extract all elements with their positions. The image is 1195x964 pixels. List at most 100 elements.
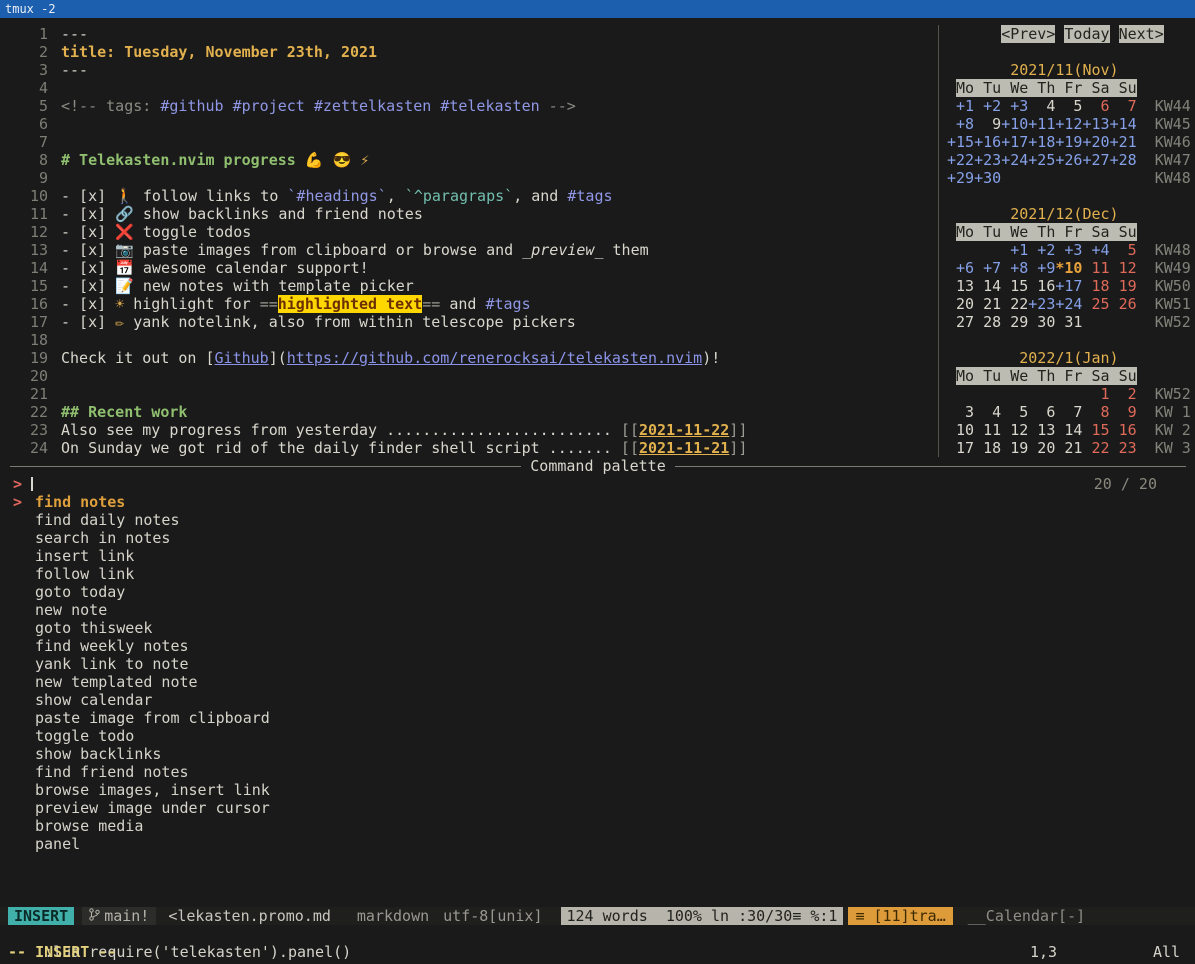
palette-item[interactable]: goto today: [35, 583, 270, 601]
tag-link[interactable]: `#headings`: [287, 187, 386, 205]
github-link[interactable]: Github: [215, 349, 269, 367]
calendar-day[interactable]: 12: [1001, 421, 1028, 439]
calendar-day-linked[interactable]: +30: [974, 169, 1001, 187]
tag-link[interactable]: #telekasten: [440, 97, 539, 115]
calendar-day[interactable]: 27: [947, 313, 974, 331]
palette-item[interactable]: browse media: [35, 817, 270, 835]
tag-link[interactable]: #project: [233, 97, 305, 115]
calendar-day-weekend[interactable]: 11: [1082, 259, 1109, 277]
calendar-day-linked[interactable]: +25: [1028, 151, 1055, 169]
filename-segment[interactable]: <lekasten.promo.md: [168, 907, 331, 925]
editor-line[interactable]: 20: [0, 367, 938, 385]
editor-line[interactable]: 14- [x] 📅 awesome calendar support!: [0, 259, 938, 277]
palette-item[interactable]: find weekly notes: [35, 637, 270, 655]
tag-link[interactable]: #github: [160, 97, 223, 115]
palette-selected-item[interactable]: > find notes: [0, 493, 1195, 511]
editor-pane[interactable]: 1---2title: Tuesday, November 23th, 2021…: [0, 18, 938, 457]
editor-line[interactable]: 9: [0, 169, 938, 187]
calendar-day[interactable]: 5: [1001, 403, 1028, 421]
calendar-day[interactable]: 9: [974, 115, 1001, 133]
tag-link[interactable]: #tags: [485, 295, 530, 313]
calendar-day[interactable]: 16: [1028, 277, 1055, 295]
calendar-day-linked[interactable]: +18: [1028, 133, 1055, 151]
calendar-day[interactable]: 3: [947, 403, 974, 421]
calendar-day[interactable]: 31: [1055, 313, 1082, 331]
calendar-day-linked[interactable]: +1: [1001, 241, 1028, 259]
palette-item[interactable]: show backlinks: [35, 745, 270, 763]
github-url[interactable]: https://github.com/renerocksai/telekaste…: [287, 349, 702, 367]
calendar-day-linked[interactable]: +6: [947, 259, 974, 277]
calendar-day-weekend[interactable]: 25: [1082, 295, 1109, 313]
calendar-day[interactable]: 29: [1001, 313, 1028, 331]
editor-line[interactable]: 11- [x] 🔗 show backlinks and friend note…: [0, 205, 938, 223]
palette-item[interactable]: new templated note: [35, 673, 270, 691]
editor-line[interactable]: 12- [x] ❌ toggle todos: [0, 223, 938, 241]
tag-link[interactable]: #tags: [567, 187, 612, 205]
calendar-day-linked[interactable]: +17: [1001, 133, 1028, 151]
editor-line[interactable]: 17- [x] ✏ yank notelink, also from withi…: [0, 313, 938, 331]
git-branch-segment[interactable]: main!: [82, 907, 156, 925]
palette-item[interactable]: insert link: [35, 547, 270, 565]
tag-link[interactable]: #zettelkasten: [314, 97, 431, 115]
editor-line[interactable]: 8# Telekasten.nvim progress 💪 😎 ⚡: [0, 151, 938, 169]
calendar-day[interactable]: 17: [947, 439, 974, 457]
calendar-day-weekend[interactable]: 19: [1110, 277, 1137, 295]
calendar-day[interactable]: 19: [1001, 439, 1028, 457]
calendar-day-linked[interactable]: +10: [1001, 115, 1028, 133]
calendar-day-linked[interactable]: +1: [947, 97, 974, 115]
editor-line[interactable]: 3---: [0, 61, 938, 79]
calendar-day-linked[interactable]: +8: [1001, 259, 1028, 277]
calendar-day-weekend[interactable]: 7: [1110, 97, 1137, 115]
calendar-day-linked[interactable]: +16: [974, 133, 1001, 151]
calendar-day[interactable]: 13: [947, 277, 974, 295]
calendar-day-linked[interactable]: +27: [1082, 151, 1109, 169]
palette-item[interactable]: goto thisweek: [35, 619, 270, 637]
calendar-nav-button[interactable]: Next>: [1119, 25, 1164, 43]
editor-line[interactable]: 22## Recent work: [0, 403, 938, 421]
calendar-day-weekend[interactable]: 18: [1082, 277, 1109, 295]
calendar-day-linked[interactable]: +20: [1082, 133, 1109, 151]
editor-line[interactable]: 7: [0, 133, 938, 151]
calendar-day-linked[interactable]: +4: [1082, 241, 1109, 259]
editor-line[interactable]: 18: [0, 331, 938, 349]
calendar-day-linked[interactable]: +29: [947, 169, 974, 187]
editor-line[interactable]: 10- [x] 🚶 follow links to `#headings`, `…: [0, 187, 938, 205]
editor-line[interactable]: 23Also see my progress from yesterday ..…: [0, 421, 938, 439]
calendar-day-linked[interactable]: +3: [1001, 97, 1028, 115]
calendar-day-weekend[interactable]: 26: [1110, 295, 1137, 313]
calendar-day[interactable]: 11: [974, 421, 1001, 439]
calendar-day-linked[interactable]: +19: [1055, 133, 1082, 151]
date-link[interactable]: 2021-11-22: [639, 421, 729, 439]
palette-item[interactable]: browse images, insert link: [35, 781, 270, 799]
calendar-pane[interactable]: <Prev> Today Next> 2021/11(Nov) Mo Tu We…: [947, 18, 1195, 457]
calendar-day-linked[interactable]: +24: [1055, 295, 1082, 313]
calendar-day[interactable]: 21: [1055, 439, 1082, 457]
calendar-day-weekend[interactable]: 15: [1082, 421, 1109, 439]
calendar-day[interactable]: 10: [947, 421, 974, 439]
calendar-day-linked[interactable]: +21: [1110, 133, 1137, 151]
calendar-day-linked[interactable]: +11: [1028, 115, 1055, 133]
palette-item[interactable]: paste image from clipboard: [35, 709, 270, 727]
editor-line[interactable]: 4: [0, 79, 938, 97]
calendar-day-weekend[interactable]: 1: [1082, 385, 1109, 403]
calendar-day-linked[interactable]: +28: [1110, 151, 1137, 169]
calendar-day[interactable]: 28: [974, 313, 1001, 331]
calendar-day-weekend[interactable]: 22: [1082, 439, 1109, 457]
calendar-day[interactable]: 7: [1055, 403, 1082, 421]
palette-item[interactable]: find friend notes: [35, 763, 270, 781]
palette-item[interactable]: yank link to note: [35, 655, 270, 673]
calendar-day-linked[interactable]: +14: [1110, 115, 1137, 133]
calendar-day-linked[interactable]: +24: [1001, 151, 1028, 169]
calendar-day[interactable]: 20: [947, 295, 974, 313]
calendar-day[interactable]: 5: [1055, 97, 1082, 115]
calendar-day[interactable]: 22: [1001, 295, 1028, 313]
calendar-day-linked[interactable]: +22: [947, 151, 974, 169]
calendar-day-linked[interactable]: +9: [1028, 259, 1055, 277]
palette-item[interactable]: show calendar: [35, 691, 270, 709]
calendar-day-linked[interactable]: +8: [947, 115, 974, 133]
calendar-day[interactable]: 14: [974, 277, 1001, 295]
command-line[interactable]: :lua require('telekasten').panel(): [0, 925, 1195, 943]
calendar-day-weekend[interactable]: 5: [1110, 241, 1137, 259]
calendar-day-weekend[interactable]: 2: [1110, 385, 1137, 403]
calendar-day-weekend[interactable]: 16: [1110, 421, 1137, 439]
